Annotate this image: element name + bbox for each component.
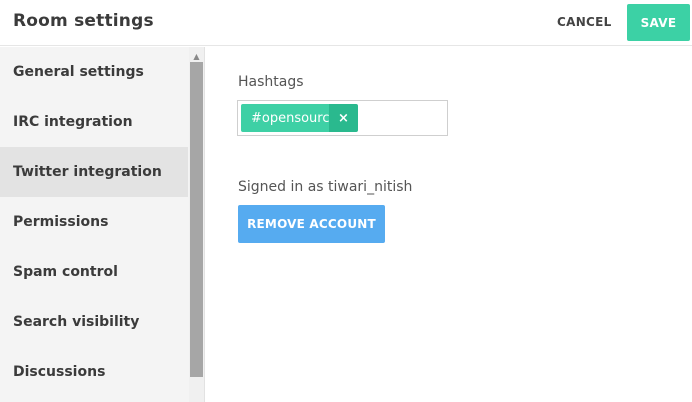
settings-sidebar: General settings IRC integration Twitter…	[0, 47, 205, 402]
close-icon[interactable]: ×	[329, 104, 358, 132]
hashtag-chip-label: #opensource	[241, 104, 338, 132]
sidebar-item-irc-integration[interactable]: IRC integration	[0, 97, 188, 147]
scroll-up-arrow-icon[interactable]: ▲	[189, 51, 204, 61]
cancel-button[interactable]: CANCEL	[557, 15, 612, 29]
scrollbar-thumb[interactable]	[190, 62, 203, 377]
sidebar-item-general-settings[interactable]: General settings	[0, 47, 188, 97]
sidebar-item-spam-control[interactable]: Spam control	[0, 247, 188, 297]
remove-account-button[interactable]: REMOVE ACCOUNT	[238, 205, 385, 243]
hashtag-chip: #opensource ×	[241, 104, 358, 132]
signed-in-status: Signed in as tiwari_nitish	[238, 179, 413, 195]
sidebar-item-twitter-integration[interactable]: Twitter integration	[0, 147, 188, 197]
sidebar-item-discussions[interactable]: Discussions	[0, 347, 188, 397]
header-bar: Room settings CANCEL SAVE	[0, 0, 692, 46]
sidebar-item-search-visibility[interactable]: Search visibility	[0, 297, 188, 347]
hashtags-input[interactable]: #opensource ×	[237, 100, 448, 136]
sidebar-item-permissions[interactable]: Permissions	[0, 197, 188, 247]
sidebar-scrollbar[interactable]: ▲	[189, 47, 204, 402]
hashtags-label: Hashtags	[238, 74, 304, 90]
page-title: Room settings	[13, 11, 154, 31]
save-button[interactable]: SAVE	[627, 4, 690, 41]
